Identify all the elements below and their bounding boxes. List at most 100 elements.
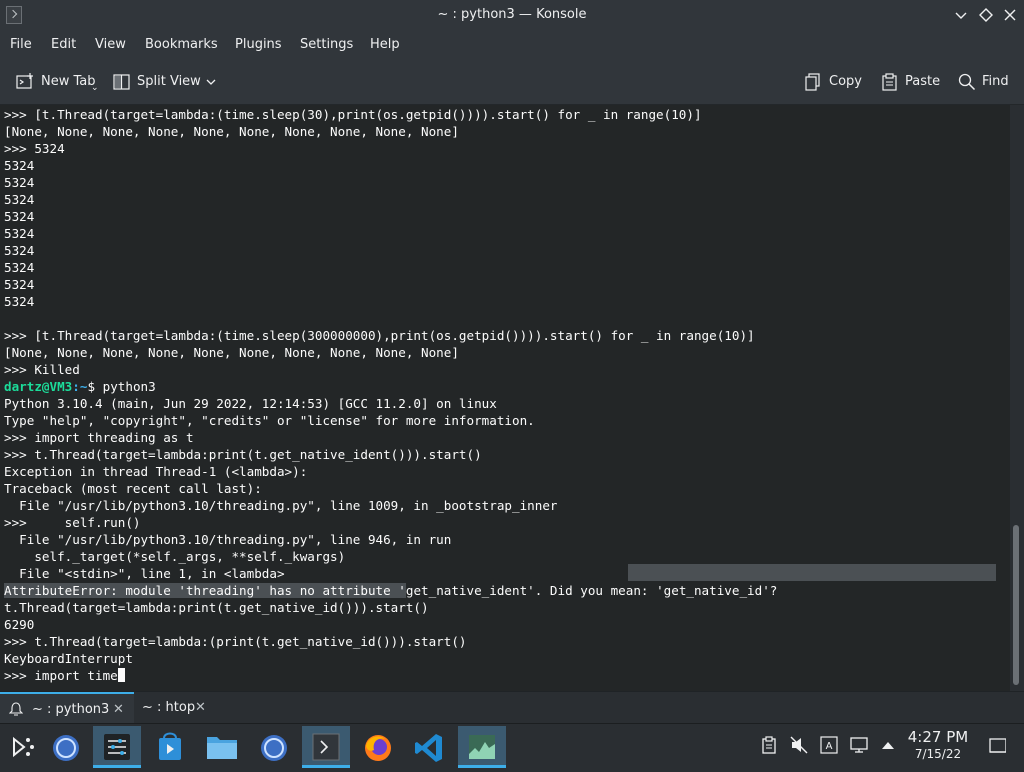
paste-icon <box>882 73 897 91</box>
new-tab-dropdown-icon[interactable]: ⌄ <box>91 66 99 110</box>
paste-label: Paste <box>905 74 941 89</box>
find-label: Find <box>982 74 1009 89</box>
terminal-line: 5324 <box>4 192 35 207</box>
current-input-line: >>> import time <box>4 667 125 684</box>
system-monitor-icon <box>469 735 495 759</box>
terminal-line: File "/usr/lib/python3.10/threading.py",… <box>4 498 558 513</box>
new-tab-button[interactable]: New Tab ⌄ <box>16 60 102 104</box>
close-icon[interactable]: ✕ <box>113 694 124 726</box>
prompt-separator: : <box>72 379 80 394</box>
prompt-symbol: $ <box>87 379 96 394</box>
copy-button[interactable]: Copy <box>805 60 865 104</box>
terminal-line: 5324 <box>4 243 35 258</box>
terminal-line: >>> Killed <box>4 362 80 377</box>
network-icon[interactable] <box>850 736 868 754</box>
tab-bar: ~ : python3 ✕ ~ : htop ✕ <box>0 691 1024 724</box>
terminal-line: >>> [t.Thread(target=lambda:(time.sleep(… <box>4 107 702 122</box>
tab-htop[interactable]: ~ : htop ✕ <box>136 692 216 724</box>
terminal-line: 5324 <box>4 226 35 241</box>
show-desktop-icon[interactable] <box>988 737 1006 755</box>
copy-icon <box>805 73 820 91</box>
error-text: get_native_ident'. Did you mean: 'get_na… <box>405 583 778 598</box>
clipboard-icon[interactable] <box>760 736 778 754</box>
vscode-button[interactable] <box>406 726 454 768</box>
split-view-label: Split View <box>137 74 201 89</box>
overview-button[interactable] <box>42 726 90 768</box>
globe-icon <box>261 735 287 761</box>
shopping-bag-icon <box>159 732 181 760</box>
chevron-down-icon <box>955 12 967 19</box>
minimize-button[interactable] <box>951 5 971 25</box>
browser-button[interactable] <box>250 726 298 768</box>
konsole-button[interactable] <box>302 726 350 768</box>
terminal-line: 6290 <box>4 617 35 632</box>
paste-button[interactable]: Paste <box>881 60 941 104</box>
terminal-view[interactable]: >>> [t.Thread(target=lambda:(time.sleep(… <box>0 105 1010 691</box>
new-tab-label: New Tab <box>41 74 96 89</box>
launcher-icon <box>13 736 34 758</box>
terminal-line: 5324 <box>4 294 35 309</box>
selected-text: AttributeError: module 'threading' has n… <box>4 583 406 598</box>
maximize-button[interactable] <box>976 5 996 25</box>
terminal-line: Python 3.10.4 (main, Jun 29 2022, 12:14:… <box>4 396 497 411</box>
terminal-line: 5324 <box>4 209 35 224</box>
terminal-line: >>> 5324 <box>4 141 65 156</box>
close-icon[interactable]: ✕ <box>195 692 206 724</box>
expand-tray-icon[interactable] <box>879 736 897 754</box>
menu-plugins[interactable]: Plugins <box>235 30 282 60</box>
scrollbar-thumb[interactable] <box>1013 525 1019 685</box>
title-bar: ~ : python3 — Konsole <box>0 0 1024 30</box>
copy-label: Copy <box>829 74 862 89</box>
split-view-button[interactable]: Split View <box>113 60 219 104</box>
menu-bar: File Edit View Bookmarks Plugins Setting… <box>0 30 1024 60</box>
menu-bookmarks[interactable]: Bookmarks <box>145 30 218 60</box>
discover-button[interactable] <box>146 726 194 768</box>
overview-icon <box>53 735 79 761</box>
digital-clock[interactable]: 4:27 PM 7/15/22 <box>900 727 976 761</box>
diamond-icon <box>979 8 993 22</box>
terminal-line: KeyboardInterrupt <box>4 651 133 666</box>
selection-highlight <box>628 564 996 581</box>
tab-python3[interactable]: ~ : python3 ✕ <box>0 692 134 724</box>
menu-help[interactable]: Help <box>370 30 400 60</box>
find-button[interactable]: Find <box>958 60 1014 104</box>
terminal-line: 5324 <box>4 175 35 190</box>
terminal-scrollbar[interactable] <box>1010 105 1024 691</box>
terminal-line: Type "help", "copyright", "credits" or "… <box>4 413 535 428</box>
svg-text:A: A <box>826 741 833 752</box>
tab-label: ~ : htop <box>142 700 196 715</box>
terminal-line: [None, None, None, None, None, None, Non… <box>4 345 459 360</box>
keyboard-layout-icon[interactable]: A <box>820 736 838 754</box>
folder-icon <box>207 737 237 759</box>
system-monitor-button[interactable] <box>458 726 506 768</box>
terminal-line: Traceback (most recent call last): <box>4 481 262 496</box>
menu-file[interactable]: File <box>10 30 32 60</box>
input-text: >>> import time <box>4 668 118 683</box>
terminal-line: >>> t.Thread(target=lambda:print(t.get_n… <box>4 447 482 462</box>
volume-muted-icon[interactable] <box>790 736 808 754</box>
terminal-line: 5324 <box>4 277 35 292</box>
terminal-line: >>> import threading as t <box>4 430 194 445</box>
menu-view[interactable]: View <box>95 30 126 60</box>
menu-settings[interactable]: Settings <box>300 30 353 60</box>
new-tab-icon <box>16 73 33 89</box>
text-cursor <box>117 668 125 682</box>
clock-time: 4:27 PM <box>907 728 969 746</box>
terminal-line: t.Thread(target=lambda:print(t.get_nativ… <box>4 600 429 615</box>
chevron-down-icon <box>206 79 216 85</box>
system-settings-button[interactable] <box>93 726 141 768</box>
toolbar: New Tab ⌄ Split View Copy Paste Find <box>0 60 1024 105</box>
window-title: ~ : python3 — Konsole <box>437 7 587 22</box>
prompt-user: dartz@VM3 <box>4 379 73 394</box>
close-button[interactable] <box>1000 5 1020 25</box>
file-manager-button[interactable] <box>198 726 246 768</box>
menu-edit[interactable]: Edit <box>51 30 76 60</box>
terminal-line: self._target(*self._args, **self._kwargs… <box>4 549 346 564</box>
close-icon <box>1004 9 1016 21</box>
app-launcher-button[interactable] <box>0 726 48 768</box>
terminal-line: Exception in thread Thread-1 (<lambda>): <box>4 464 308 479</box>
firefox-button[interactable] <box>354 726 402 768</box>
error-line: AttributeError: module 'threading' has n… <box>4 582 777 599</box>
settings-sliders-icon <box>104 734 130 760</box>
terminal-line: >>> self.run() <box>4 515 141 530</box>
